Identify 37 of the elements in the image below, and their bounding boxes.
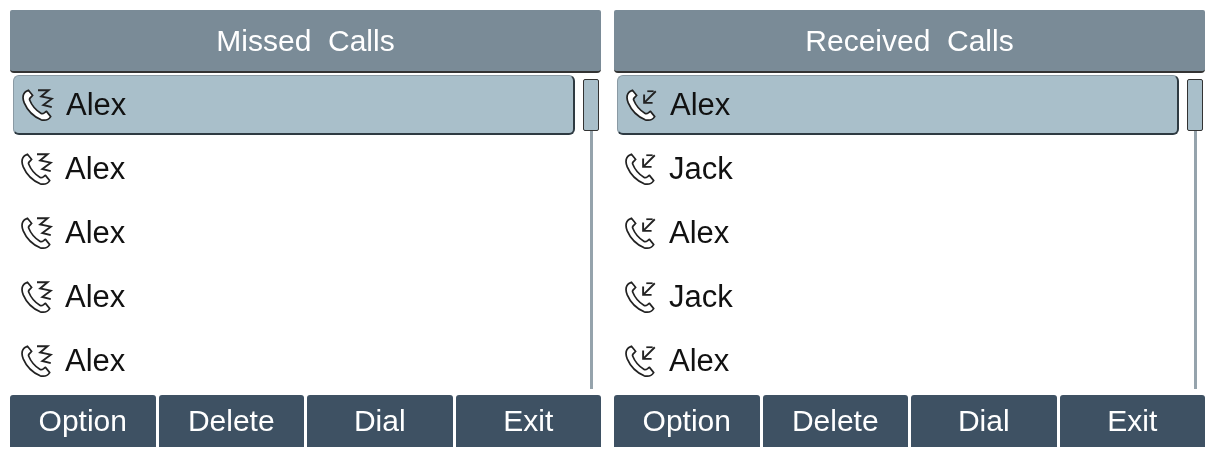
missed-call-icon xyxy=(19,151,55,188)
screen-title: Received Calls xyxy=(614,10,1205,74)
scrollbar[interactable] xyxy=(1187,79,1203,390)
call-list-item[interactable]: Alex xyxy=(13,203,575,264)
caller-name: Alex xyxy=(669,343,730,380)
softkey-button[interactable]: Dial xyxy=(911,395,1057,447)
call-list-item[interactable]: Alex xyxy=(13,331,575,392)
softkey-button[interactable]: Delete xyxy=(762,395,908,447)
screen-title: Missed Calls xyxy=(10,10,601,74)
softkey-button[interactable]: Option xyxy=(614,395,760,447)
caller-name: Jack xyxy=(669,151,733,188)
softkey-button[interactable]: Option xyxy=(10,395,156,447)
call-list-item[interactable]: Jack xyxy=(617,139,1179,200)
missed-call-icon xyxy=(20,86,56,123)
call-list-item[interactable]: Alex xyxy=(13,75,575,136)
missed-call-icon xyxy=(19,343,55,380)
call-list-item[interactable]: Alex xyxy=(617,75,1179,136)
softkey-button[interactable]: Exit xyxy=(1059,395,1205,447)
caller-name: Alex xyxy=(65,215,126,252)
caller-name: Alex xyxy=(65,151,126,188)
call-list-item[interactable]: Alex xyxy=(13,267,575,328)
caller-name: Alex xyxy=(66,86,127,123)
call-list-item[interactable]: Alex xyxy=(617,331,1179,392)
caller-name: Alex xyxy=(65,279,126,316)
caller-name: Alex xyxy=(669,215,730,252)
call-list-item[interactable]: Alex xyxy=(617,203,1179,264)
call-list-item[interactable]: Jack xyxy=(617,267,1179,328)
softkey-button[interactable]: Dial xyxy=(307,395,453,447)
scrollbar[interactable] xyxy=(583,79,599,390)
caller-name: Jack xyxy=(669,279,733,316)
call-list-item[interactable]: Alex xyxy=(13,139,575,200)
missed-call-icon xyxy=(19,279,55,316)
missed-call-icon xyxy=(19,215,55,252)
caller-name: Alex xyxy=(670,86,731,123)
softkey-button[interactable]: Exit xyxy=(455,395,601,447)
caller-name: Alex xyxy=(65,343,126,380)
softkey-button[interactable]: Delete xyxy=(158,395,304,447)
